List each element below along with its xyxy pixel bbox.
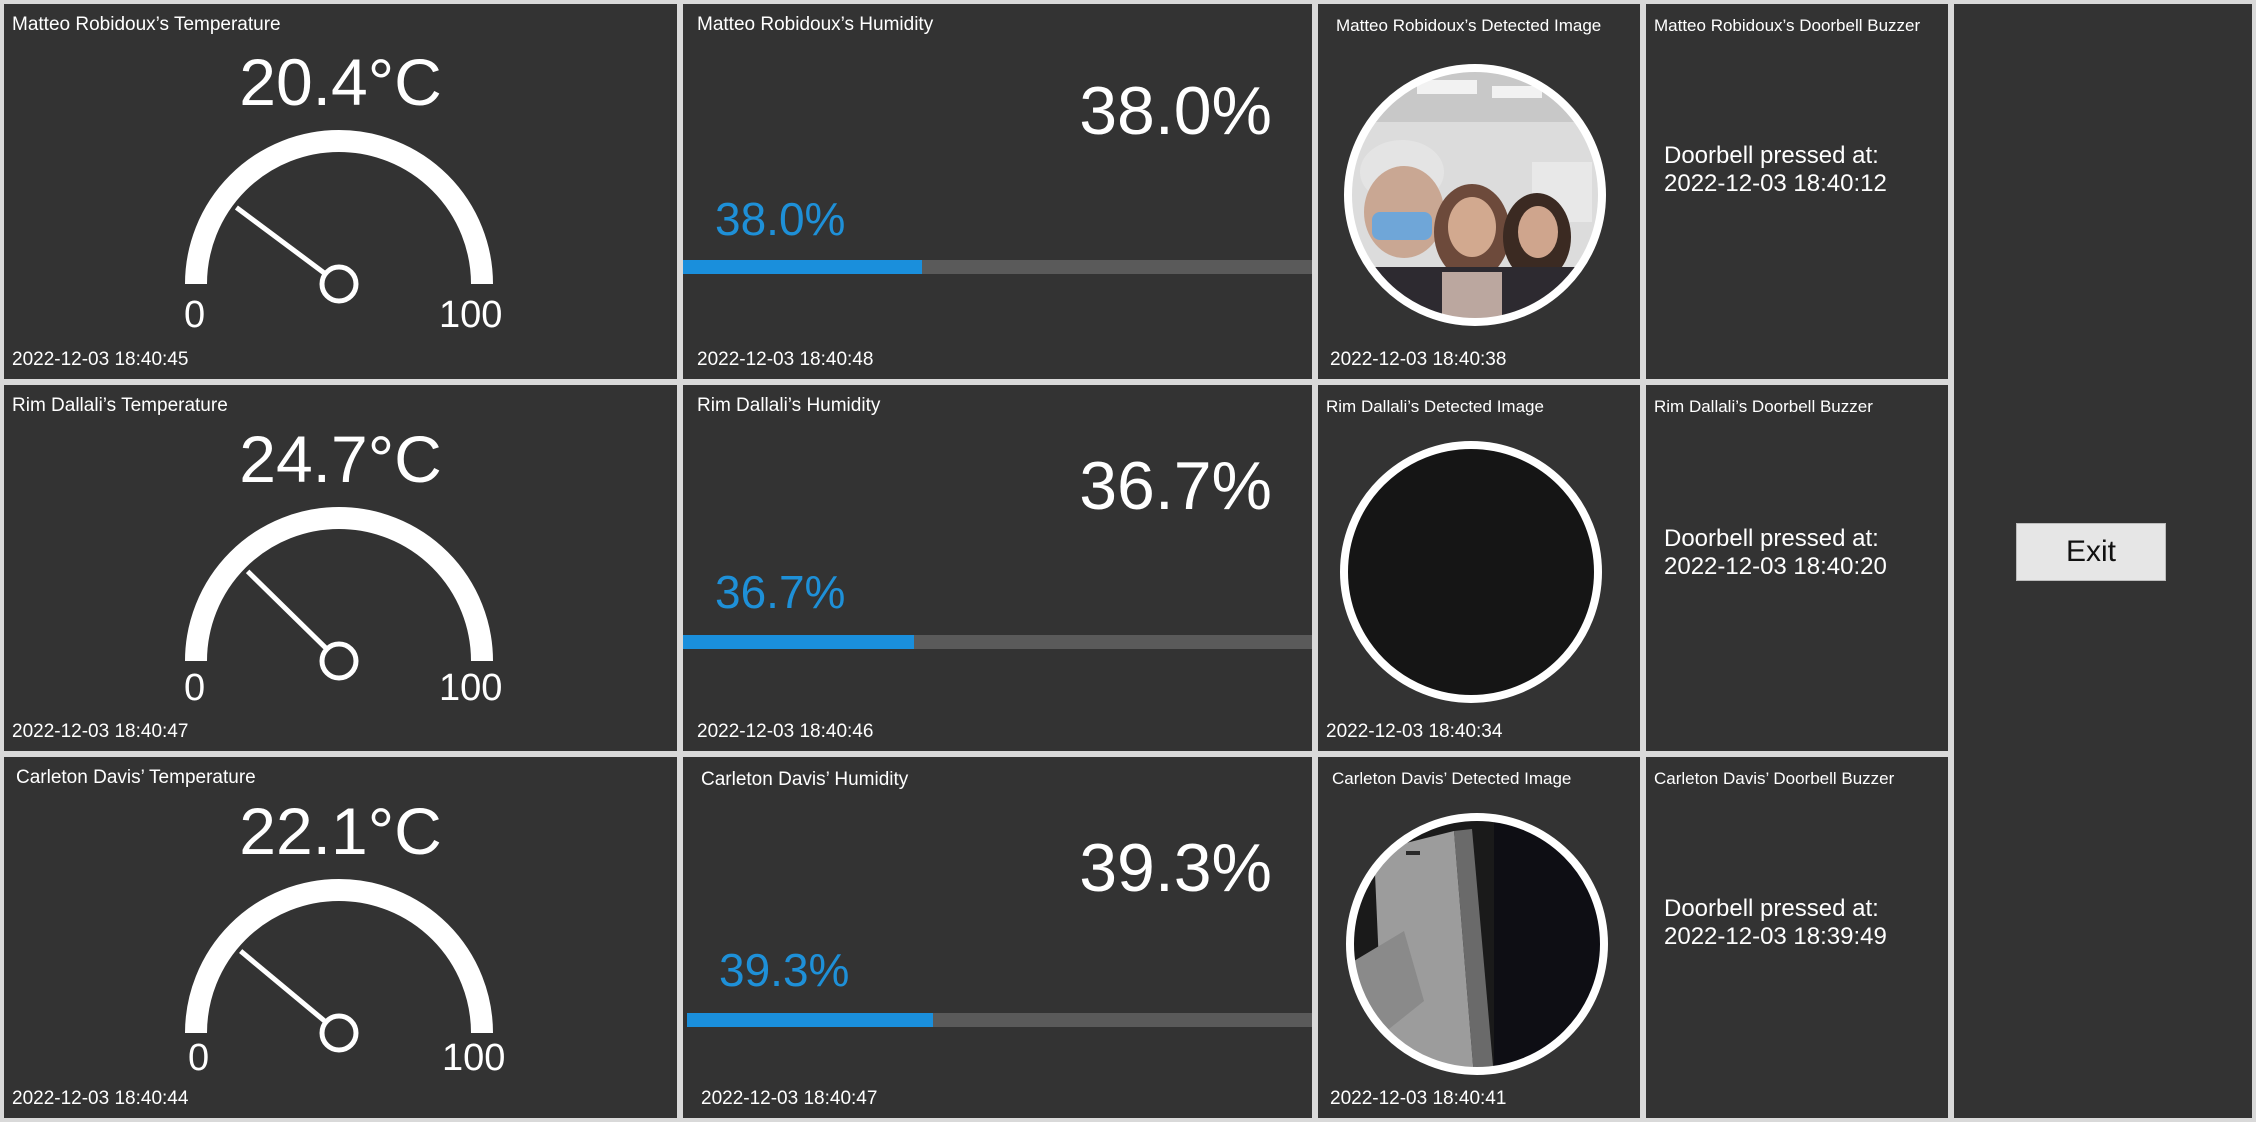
humidity-bar [683,635,1312,649]
detected-image-timestamp: 2022-12-03 18:40:34 [1326,721,1503,742]
temperature-value: 24.7°C [239,422,442,496]
detected-image-title: Carleton Davis’ Detected Image [1332,769,1572,788]
gauge-hub [319,641,359,681]
gauge-needle [245,569,329,651]
humidity-title: Carleton Davis’ Humidity [701,769,909,790]
gauge-max-label: 100 [442,1037,506,1079]
detected-image-timestamp: 2022-12-03 18:40:38 [1330,349,1507,370]
doorbell-panel: Rim Dallali’s Doorbell Buzzer Doorbell p… [1646,385,1948,751]
doorbell-panel: Carleton Davis’ Doorbell Buzzer Doorbell… [1646,757,1948,1118]
humidity-panel: Matteo Robidoux’s Humidity 38.0% 38.0% 2… [683,4,1312,379]
doorbell-pressed-label: Doorbell pressed at: [1664,895,1879,922]
doorbell-status: Doorbell pressed at: 2022-12-03 18:39:49 [1664,895,1887,951]
gauge-hub [319,1013,359,1053]
gauge-arc [185,507,493,662]
detected-image [1338,439,1604,705]
temperature-panel: Matteo Robidoux’s Temperature 20.4°C 0 1… [4,4,677,379]
gauge-min-label: 0 [184,667,206,709]
doorbell-title: Matteo Robidoux’s Doorbell Buzzer [1654,16,1921,35]
gauge-hub [319,264,359,304]
doorbell-pressed-time: 2022-12-03 18:40:20 [1664,553,1887,580]
humidity-timestamp: 2022-12-03 18:40:48 [697,349,874,370]
temperature-timestamp: 2022-12-03 18:40:44 [12,1088,189,1109]
humidity-bar-fill [687,1013,933,1027]
temperature-gauge [185,879,493,1053]
humidity-bar-label: 36.7% [715,566,846,618]
detected-image [1342,62,1608,328]
detected-image [1344,811,1610,1077]
humidity-timestamp: 2022-12-03 18:40:46 [697,721,874,742]
humidity-bar [683,260,1312,274]
doorbell-title: Rim Dallali’s Doorbell Buzzer [1654,397,1873,416]
detected-image-timestamp: 2022-12-03 18:40:41 [1330,1088,1507,1109]
temperature-gauge [185,130,493,304]
humidity-panel: Carleton Davis’ Humidity 39.3% 39.3% 202… [683,757,1312,1118]
temperature-value: 22.1°C [239,794,442,868]
doorbell-pressed-label: Doorbell pressed at: [1664,142,1879,169]
detected-image-panel: Rim Dallali’s Detected Image 2022-12-03 … [1318,385,1640,751]
humidity-value: 38.0% [1079,73,1272,149]
humidity-timestamp: 2022-12-03 18:40:47 [701,1088,878,1109]
gauge-max-label: 100 [439,667,503,709]
detected-image-panel: Carleton Davis’ Detected Image 2022-12-0… [1318,757,1640,1118]
humidity-bar-fill [683,260,923,274]
doorbell-status: Doorbell pressed at: 2022-12-03 18:40:12 [1664,142,1887,198]
detected-image-title: Matteo Robidoux’s Detected Image [1336,16,1602,35]
humidity-value: 39.3% [1079,830,1272,906]
temperature-title: Rim Dallali’s Temperature [12,395,228,416]
humidity-bar-label: 38.0% [715,193,846,245]
temperature-title: Matteo Robidoux’s Temperature [12,14,281,35]
detected-image-title: Rim Dallali’s Detected Image [1326,397,1544,416]
gauge-min-label: 0 [184,294,206,336]
temperature-value: 20.4°C [239,45,442,119]
temperature-timestamp: 2022-12-03 18:40:45 [12,349,189,370]
gauge-arc [185,879,493,1034]
humidity-value: 36.7% [1079,448,1272,524]
temperature-panel: Rim Dallali’s Temperature 24.7°C 0 100 2… [4,385,677,751]
humidity-panel: Rim Dallali’s Humidity 36.7% 36.7% 2022-… [683,385,1312,751]
humidity-bar-fill [683,635,914,649]
temperature-gauge [185,507,493,681]
gauge-max-label: 100 [439,294,503,336]
humidity-title: Matteo Robidoux’s Humidity [697,14,934,35]
gauge-arc [185,130,493,285]
doorbell-pressed-time: 2022-12-03 18:40:12 [1664,170,1887,197]
detected-image-panel: Matteo Robidoux’s Detected Image 2022-12… [1318,4,1640,379]
doorbell-pressed-label: Doorbell pressed at: [1664,525,1879,552]
temperature-title: Carleton Davis’ Temperature [16,767,256,788]
doorbell-pressed-time: 2022-12-03 18:39:49 [1664,923,1887,950]
humidity-bar-label: 39.3% [719,944,850,996]
temperature-timestamp: 2022-12-03 18:40:47 [12,721,189,742]
doorbell-panel: Matteo Robidoux’s Doorbell Buzzer Doorbe… [1646,4,1948,379]
doorbell-title: Carleton Davis’ Doorbell Buzzer [1654,769,1895,788]
humidity-bar [687,1013,1312,1027]
doorbell-status: Doorbell pressed at: 2022-12-03 18:40:20 [1664,525,1887,581]
exit-button[interactable]: Exit [2016,523,2166,581]
gauge-min-label: 0 [188,1037,210,1079]
gauge-needle [234,205,327,276]
temperature-panel: Carleton Davis’ Temperature 22.1°C 0 100… [4,757,677,1118]
humidity-title: Rim Dallali’s Humidity [697,395,881,416]
gauge-needle [239,949,328,1025]
